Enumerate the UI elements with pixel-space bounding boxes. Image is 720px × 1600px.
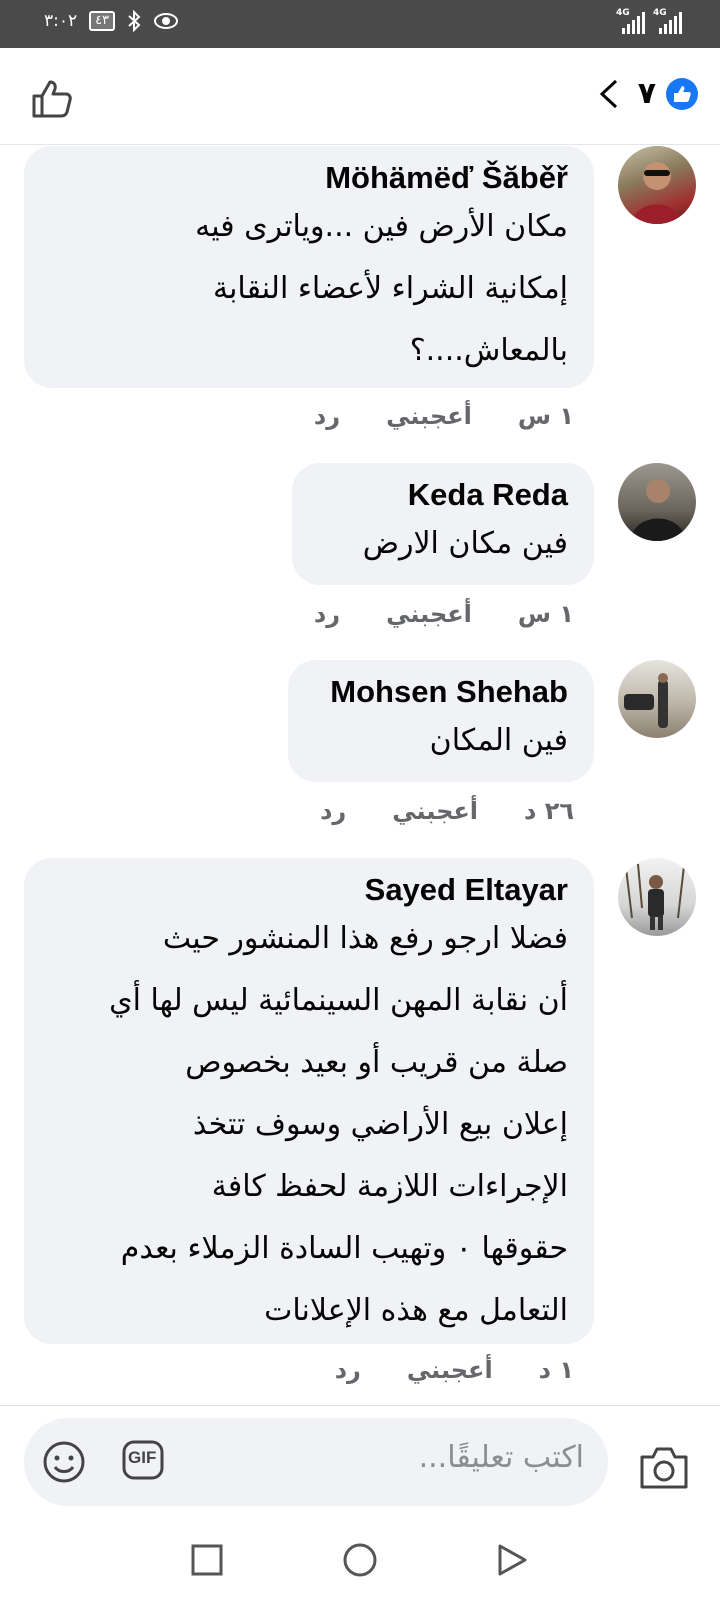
network-label: 4G	[616, 8, 630, 18]
avatar[interactable]	[618, 660, 696, 738]
camera-icon[interactable]	[638, 1443, 690, 1491]
comment-bubble: Mohsen Shehab فين المكان	[288, 660, 594, 782]
comment-time[interactable]: ٢٦ د	[524, 797, 574, 825]
battery-icon: ٤٣	[89, 11, 116, 31]
comment-actions: ١ س أعجبني رد	[314, 600, 574, 628]
signal-icon: 4G	[616, 8, 645, 34]
comment-time[interactable]: ١ د	[539, 1356, 574, 1384]
like-button[interactable]: أعجبني	[407, 1356, 493, 1384]
comment-text-line: حقوقها ٠ وتهيب السادة الزملاء بعدم	[120, 1231, 568, 1266]
chevron-left-icon[interactable]	[594, 77, 628, 111]
avatar[interactable]	[618, 463, 696, 541]
reply-button[interactable]: رد	[335, 1356, 361, 1384]
comment-composer[interactable]: GIF اكتب تعليقًا...	[24, 1418, 608, 1506]
network-label-2: 4G	[653, 8, 667, 18]
comment-bubble: Keda Reda فين مكان الارض	[292, 463, 594, 585]
recents-icon[interactable]	[189, 1542, 225, 1578]
battery-level: ٤٣	[95, 13, 110, 28]
comment-time[interactable]: ١ س	[518, 402, 574, 430]
reply-button[interactable]: رد	[320, 797, 346, 825]
status-right: 4G 4G	[616, 8, 682, 34]
like-button[interactable]: أعجبني	[392, 797, 478, 825]
comment-text-line: التعامل مع هذه الإعلانات	[264, 1293, 568, 1328]
status-bar: ٣:٠٢ ٤٣ 4G 4G	[0, 0, 720, 48]
avatar[interactable]	[618, 146, 696, 224]
comment-text-line: الإجراءات اللازمة لحفظ كافة	[211, 1169, 568, 1204]
like-button[interactable]: أعجبني	[386, 600, 472, 628]
gif-label: GIF	[128, 1448, 157, 1467]
emoji-icon[interactable]	[42, 1440, 86, 1484]
comment-text-line: صلة من قريب أو بعيد بخصوص	[185, 1045, 568, 1080]
comment-actions: ١ د أعجبني رد	[335, 1356, 574, 1384]
reply-button[interactable]: رد	[314, 600, 340, 628]
comment-text-line: إعلان بيع الأراضي وسوف تتخذ	[192, 1107, 568, 1142]
comment-text-line: مكان الأرض فين ...وياترى فيه	[195, 209, 568, 244]
comment-text-line: أن نقابة المهن السينمائية ليس لها أي	[109, 983, 568, 1018]
home-icon[interactable]	[342, 1542, 378, 1578]
comment-author[interactable]: Möhämëď Šăběř	[50, 160, 568, 196]
comment-text-line: فين المكان	[429, 723, 568, 758]
comment-bubble: Möhämëď Šăběř مكان الأرض فين ...وياترى ف…	[24, 146, 594, 388]
comment-text-line: فضلا ارجو رفع هذا المنشور حيث	[162, 921, 568, 956]
system-nav-bar	[0, 1520, 720, 1600]
comment-bubble: Sayed Eltayar فضلا ارجو رفع هذا المنشور …	[24, 858, 594, 1344]
thumbs-up-outline-icon[interactable]	[30, 76, 74, 120]
comment-author[interactable]: Mohsen Shehab	[314, 674, 568, 710]
comment-input[interactable]: اكتب تعليقًا...	[419, 1440, 584, 1475]
signal-icon-2: 4G	[653, 8, 682, 34]
gif-icon[interactable]: GIF	[122, 1440, 164, 1480]
status-left: ٣:٠٢ ٤٣	[44, 10, 179, 32]
back-icon[interactable]	[494, 1542, 530, 1578]
comment-author[interactable]: Keda Reda	[318, 477, 568, 513]
comment-actions: ١ س أعجبني رد	[314, 402, 574, 430]
reactions-summary[interactable]: ٧	[594, 76, 698, 111]
comment-text-line: فين مكان الارض	[362, 526, 568, 561]
comment-text-line: إمكانية الشراء لأعضاء النقابة	[213, 271, 568, 306]
comment-author[interactable]: Sayed Eltayar	[50, 872, 568, 908]
like-button[interactable]: أعجبني	[386, 402, 472, 430]
bluetooth-icon	[128, 10, 141, 32]
reply-button[interactable]: رد	[314, 402, 340, 430]
eye-icon	[154, 13, 179, 29]
comment-actions: ٢٦ د أعجبني رد	[320, 797, 574, 825]
comment-time[interactable]: ١ س	[518, 600, 574, 628]
comment-text-line: بالمعاش....؟	[409, 333, 568, 368]
reaction-count: ٧	[637, 76, 656, 111]
like-icon	[666, 77, 698, 110]
divider	[0, 1405, 720, 1406]
avatar[interactable]	[618, 858, 696, 936]
status-time: ٣:٠٢	[44, 11, 78, 31]
